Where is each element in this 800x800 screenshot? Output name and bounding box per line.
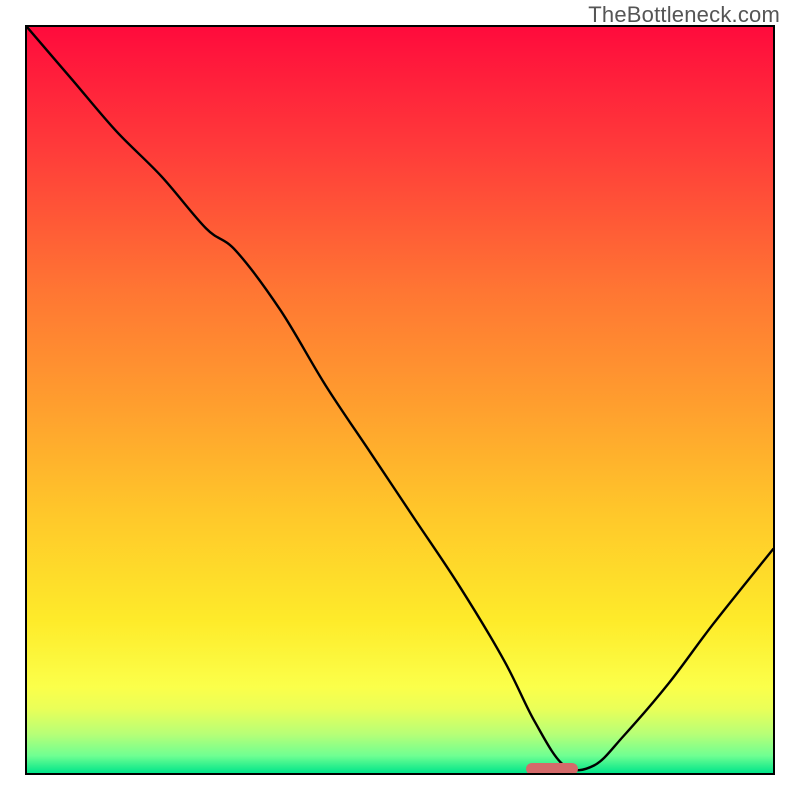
ideal-range-marker <box>526 763 578 775</box>
chart-frame: TheBottleneck.com <box>0 0 800 800</box>
bottleneck-curve <box>27 27 773 773</box>
plot-area <box>25 25 775 775</box>
